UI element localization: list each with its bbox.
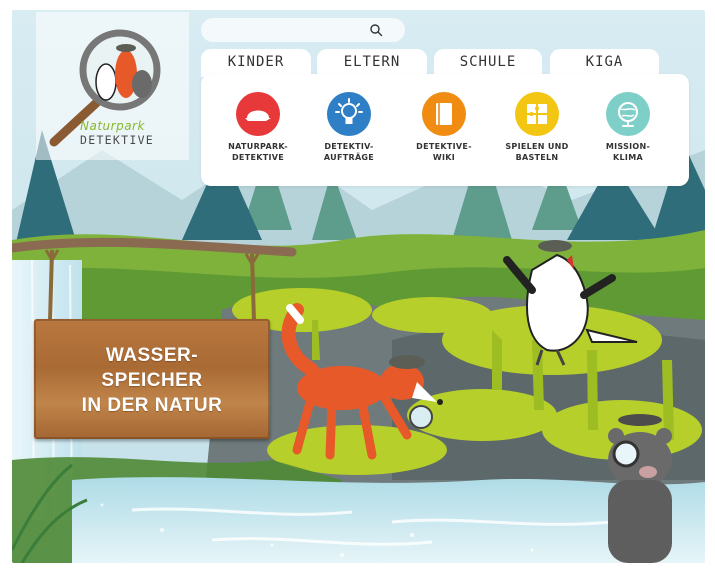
puzzle-icon — [527, 104, 547, 124]
tab-kiga[interactable]: KIGA — [550, 49, 659, 77]
tab-kinder[interactable]: KINDER — [201, 49, 311, 77]
logo-wordmark-naturpark: Naturpark — [80, 119, 145, 133]
cap-icon — [245, 110, 271, 121]
menu-icon-circle — [236, 92, 280, 136]
book-icon — [436, 103, 452, 125]
menu-item-detektiv-auftraege[interactable]: DETEKTIV- AUFTRÄGE — [311, 92, 387, 163]
logo-wordmark-detektive: DETEKTIVE — [80, 133, 155, 147]
globe-icon — [618, 102, 638, 127]
menu-label: MISSION- KLIMA — [605, 142, 651, 162]
search-icon[interactable] — [369, 23, 383, 37]
sign-headline[interactable]: WASSER- SPEICHER IN DER NATUR — [34, 343, 270, 418]
menu-label: SPIELEN UND BASTELN — [505, 142, 569, 162]
menu-icon-circle — [515, 92, 559, 136]
menu-item-mission-klima[interactable]: MISSION- KLIMA — [590, 92, 666, 163]
menu-icon-circle — [606, 92, 650, 136]
menu-item-naturpark-detektive[interactable]: NATURPARK- DETEKTIVE — [220, 92, 296, 163]
search-input[interactable] — [211, 21, 365, 40]
menu-item-spielen-und-basteln[interactable]: SPIELEN UND BASTELN — [499, 92, 575, 163]
search-bar[interactable] — [201, 18, 405, 42]
tab-eltern[interactable]: ELTERN — [317, 49, 427, 77]
site-logo[interactable]: Naturpark DETEKTIVE — [36, 12, 189, 160]
bear-detective-illustration — [608, 414, 672, 563]
page-frame: Naturpark DETEKTIVE KINDER ELTERN SCHULE… — [12, 10, 705, 563]
menu-icon-circle — [327, 92, 371, 136]
menu-label: NATURPARK- DETEKTIVE — [228, 142, 288, 162]
lightbulb-icon — [335, 98, 363, 124]
tab-schule[interactable]: SCHULE — [434, 49, 542, 77]
menu-label: DETEKTIV- AUFTRÄGE — [323, 142, 375, 162]
menu-label: DETEKTIVE- WIKI — [416, 142, 472, 162]
menu-item-detektive-wiki[interactable]: DETEKTIVE- WIKI — [406, 92, 482, 163]
menu-icon-circle — [422, 92, 466, 136]
